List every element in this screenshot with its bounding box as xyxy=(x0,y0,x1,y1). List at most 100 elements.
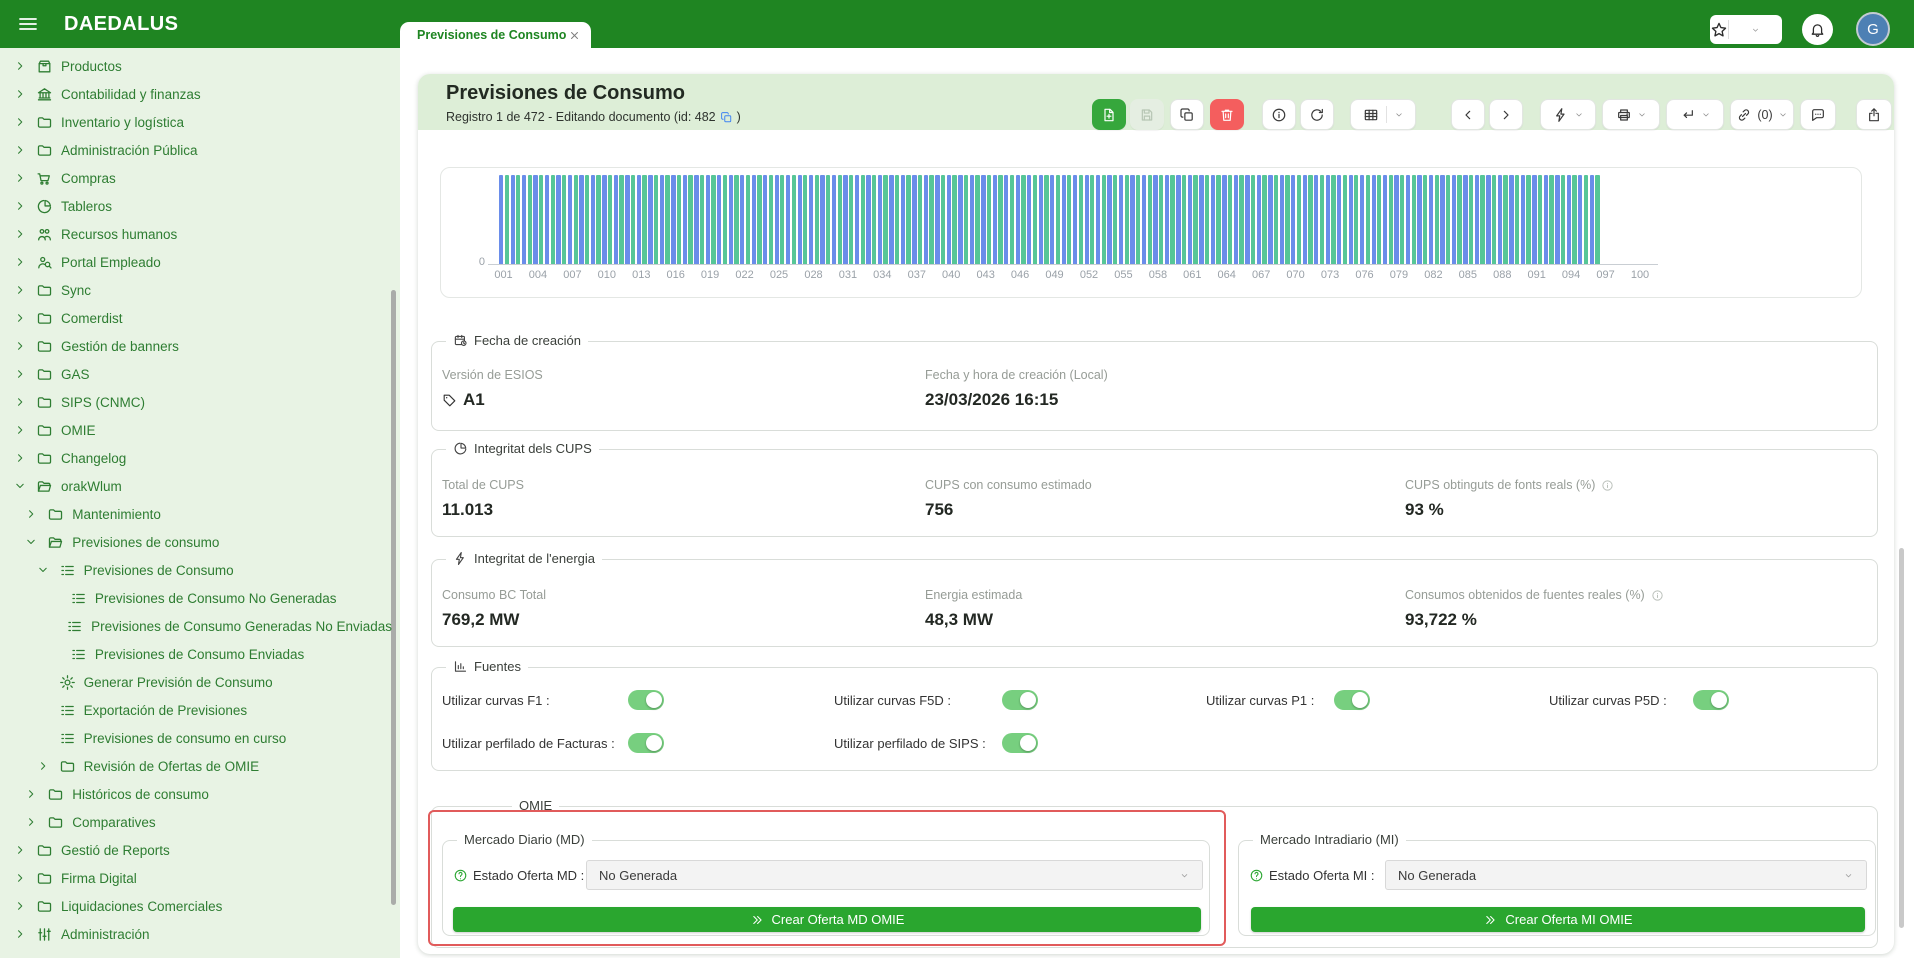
toggle-knob xyxy=(646,735,662,751)
chev-right-icon xyxy=(13,843,27,857)
sidebar-item-generar-prevision-de-consumo[interactable]: Generar Previsión de Consumo xyxy=(0,668,392,696)
links-button[interactable]: (0) xyxy=(1730,99,1794,130)
sidebar-item-exportacion-de-previsiones[interactable]: Exportación de Previsiones xyxy=(0,696,392,724)
sidebar-item-mantenimiento[interactable]: Mantenimiento xyxy=(0,500,392,528)
sidebar-item-previsiones-de-consumo-enviadas[interactable]: Previsiones de Consumo Enviadas xyxy=(0,640,392,668)
notifications-button[interactable] xyxy=(1802,14,1833,45)
sidebar-item-comparatives[interactable]: Comparatives xyxy=(0,808,392,836)
toggle-utilizar-curvas-f1[interactable] xyxy=(628,690,664,710)
double-chevron-icon xyxy=(750,913,764,927)
menu-icon[interactable] xyxy=(16,12,40,36)
share-button[interactable] xyxy=(1856,99,1892,130)
save-button xyxy=(1130,99,1164,130)
sidebar-item-orakwlum[interactable]: orakWlum xyxy=(0,472,392,500)
close-icon[interactable] xyxy=(568,29,581,42)
sidebar-item-omie[interactable]: OMIE xyxy=(0,416,392,444)
sidebar-item-contabilidad-y-finanzas[interactable]: Contabilidad y finanzas xyxy=(0,80,392,108)
copy-id-icon[interactable] xyxy=(720,111,733,124)
estado-oferta-md-select[interactable]: No Generada xyxy=(586,860,1203,890)
star-icon[interactable] xyxy=(1710,21,1728,39)
x-axis-tick: 085 xyxy=(1459,269,1477,281)
sidebar-item-previsiones-de-consumo[interactable]: Previsiones de Consumo xyxy=(0,556,392,584)
previous-record-button[interactable] xyxy=(1451,99,1485,130)
sidebar-item-historicos-de-consumo[interactable]: Históricos de consumo xyxy=(0,780,392,808)
sidebar-item-sips-cnmc[interactable]: SIPS (CNMC) xyxy=(0,388,392,416)
user-avatar[interactable]: G xyxy=(1856,12,1890,46)
quick-actions-button[interactable] xyxy=(1540,99,1596,130)
toggle-utilizar-perfilado-de-facturas[interactable] xyxy=(628,733,664,753)
toggle-utilizar-curvas-f5d[interactable] xyxy=(1002,690,1038,710)
bar-serie-azul xyxy=(579,175,583,264)
bar-serie-verde xyxy=(1320,175,1324,264)
sidebar-item-firma-digital[interactable]: Firma Digital xyxy=(0,864,392,892)
next-record-button[interactable] xyxy=(1489,99,1523,130)
info-button[interactable] xyxy=(1262,99,1296,130)
bar-serie-verde xyxy=(1549,175,1553,264)
bar-serie-azul xyxy=(1337,175,1341,264)
sidebar-item-revision-de-ofertas-de-omie[interactable]: Revisión de Ofertas de OMIE xyxy=(0,752,392,780)
sidebar-item-administracion-publica[interactable]: Administración Pública xyxy=(0,136,392,164)
sidebar-item-recursos-humanos[interactable]: Recursos humanos xyxy=(0,220,392,248)
toggle-utilizar-curvas-p5d[interactable] xyxy=(1693,690,1729,710)
folder-icon xyxy=(36,422,53,439)
sidebar-item-inventario-y-logistica[interactable]: Inventario y logística xyxy=(0,108,392,136)
bar-serie-azul xyxy=(1199,175,1203,264)
sidebar-item-comerdist[interactable]: Comerdist xyxy=(0,304,392,332)
chev-left-icon xyxy=(1460,107,1476,123)
sidebar-item-previsiones-de-consumo-no-generadas[interactable]: Previsiones de Consumo No Generadas xyxy=(0,584,392,612)
sidebar-item-liquidaciones-comerciales[interactable]: Liquidaciones Comerciales xyxy=(0,892,392,920)
folder-icon xyxy=(36,114,53,131)
x-axis-tick: 019 xyxy=(701,269,719,281)
field-cups-con-consumo-estimado: CUPS con consumo estimado756 xyxy=(925,478,1092,520)
bar-serie-azul xyxy=(1039,175,1043,264)
sidebar-item-administracion[interactable]: Administración xyxy=(0,920,392,948)
estado-oferta-mi-select[interactable]: No Generada xyxy=(1385,860,1867,890)
gear-icon xyxy=(59,674,76,691)
delete-button[interactable] xyxy=(1210,99,1244,130)
chevron-down-icon[interactable] xyxy=(1729,25,1782,35)
crear-oferta-mi-button[interactable]: Crear Oferta MI OMIE xyxy=(1251,907,1865,932)
sidebar-item-tableros[interactable]: Tableros xyxy=(0,192,392,220)
sidebar-item-portal-empleado[interactable]: Portal Empleado xyxy=(0,248,392,276)
crear-oferta-md-button[interactable]: Crear Oferta MD OMIE xyxy=(453,907,1201,932)
sidebar-item-sync[interactable]: Sync xyxy=(0,276,392,304)
favorites-split-button[interactable] xyxy=(1710,15,1782,44)
sidebar-item-compras[interactable]: Compras xyxy=(0,164,392,192)
sidebar-item-previsiones-de-consumo-generadas-no-enviadas[interactable]: Previsiones de Consumo Generadas No Envi… xyxy=(0,612,392,640)
sidebar-item-productos[interactable]: Productos xyxy=(0,52,392,80)
duplicate-button[interactable] xyxy=(1170,99,1204,130)
new-record-button[interactable] xyxy=(1092,99,1126,130)
sidebar-item-previsiones-de-consumo[interactable]: Previsiones de consumo xyxy=(0,528,392,556)
print-button[interactable] xyxy=(1602,99,1660,130)
bar-serie-verde xyxy=(1572,175,1576,264)
sidebar-item-gestion-de-banners[interactable]: Gestión de banners xyxy=(0,332,392,360)
section-legend: Fuentes xyxy=(474,659,521,674)
toggle-knob xyxy=(646,692,662,708)
sidebar-item-previsiones-de-consumo-en-curso[interactable]: Previsiones de consumo en curso xyxy=(0,724,392,752)
main-scrollbar[interactable] xyxy=(1899,548,1904,928)
list-icon xyxy=(66,618,83,635)
sidebar-item-gestio-de-reports[interactable]: Gestió de Reports xyxy=(0,836,392,864)
bar-serie-verde xyxy=(872,175,876,264)
bar-serie-azul xyxy=(809,175,813,264)
comments-button[interactable] xyxy=(1800,99,1836,130)
spacer xyxy=(36,675,50,689)
sidebar-item-changelog[interactable]: Changelog xyxy=(0,444,392,472)
chev-right-icon xyxy=(13,199,27,213)
tab-previsiones-de-consumo[interactable]: Previsiones de Consumo xyxy=(400,22,591,48)
bar-serie-verde xyxy=(1377,175,1381,264)
reload-button[interactable] xyxy=(1300,99,1334,130)
corner-return-icon xyxy=(1680,107,1696,123)
section-legend: Fecha de creación xyxy=(474,333,581,348)
bar-serie-verde xyxy=(1446,175,1450,264)
go-to-button[interactable] xyxy=(1666,99,1724,130)
refresh-icon xyxy=(1309,107,1325,123)
x-axis-tick: 037 xyxy=(908,269,926,281)
record-status-suffix: ) xyxy=(737,110,741,124)
chev-down-icon xyxy=(1778,110,1788,120)
toggle-utilizar-perfilado-de-sips[interactable] xyxy=(1002,733,1038,753)
table-view-button[interactable] xyxy=(1350,99,1416,130)
toggle-utilizar-curvas-p1[interactable] xyxy=(1334,690,1370,710)
sidebar-item-gas[interactable]: GAS xyxy=(0,360,392,388)
list-icon xyxy=(59,730,76,747)
